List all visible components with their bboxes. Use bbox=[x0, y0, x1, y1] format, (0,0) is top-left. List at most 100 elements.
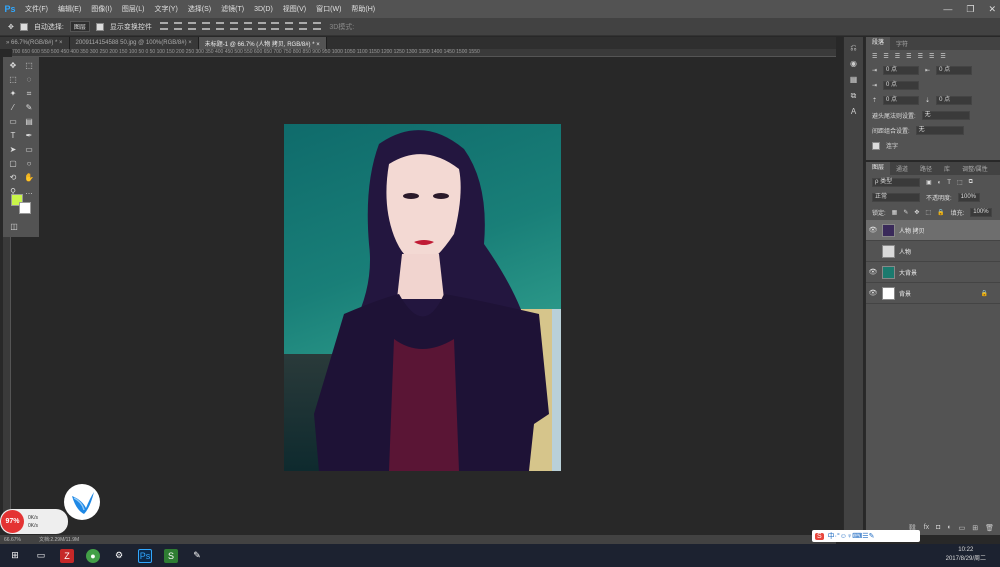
auto-select-dropdown[interactable]: 图层 bbox=[69, 21, 90, 32]
menu-select[interactable]: 选择(S) bbox=[183, 4, 216, 14]
align-right-text-icon[interactable]: ☰ bbox=[895, 53, 900, 60]
filter-smart-icon[interactable]: ⧉ bbox=[969, 179, 973, 186]
filter-pixel-icon[interactable]: ▣ bbox=[926, 179, 932, 186]
app-icon[interactable]: ⚙ bbox=[112, 549, 126, 563]
system-clock[interactable]: 10:22 2017/8/29/周二 bbox=[946, 546, 986, 564]
menu-image[interactable]: 图像(I) bbox=[86, 4, 117, 14]
lock-position-icon[interactable]: ✥ bbox=[914, 209, 919, 216]
tab-document-active[interactable]: 未标题-1 @ 66.7% (人物 拷贝, RGB/8#) * × bbox=[198, 37, 327, 49]
browser-icon[interactable]: ● bbox=[86, 548, 100, 563]
layer-style-icon[interactable]: fx bbox=[924, 524, 929, 532]
spreadsheet-icon[interactable]: S bbox=[164, 548, 178, 563]
space-after-field[interactable]: 0 点 bbox=[936, 96, 973, 105]
tab-adjustments[interactable]: 调整/属性 bbox=[956, 164, 994, 173]
minimize-button[interactable]: — bbox=[943, 4, 952, 14]
visibility-eye-icon[interactable]: 👁 bbox=[866, 268, 880, 276]
space-before-field[interactable]: 0 点 bbox=[883, 96, 920, 105]
visibility-eye-icon[interactable]: 👁 bbox=[866, 289, 880, 297]
document-info[interactable]: 文档:2.29M/11.9M bbox=[39, 536, 79, 543]
artboard-tool-icon[interactable]: ⬚ bbox=[24, 61, 34, 71]
tab-document-2[interactable]: 2009114154588 50.jpg @ 100%(RGB/8#) × bbox=[69, 37, 199, 49]
justify-last-center-icon[interactable]: ☰ bbox=[918, 53, 923, 60]
more-tools-icon[interactable]: … bbox=[24, 187, 34, 197]
blend-mode-dropdown[interactable]: 正常 bbox=[872, 193, 920, 202]
lock-all-icon[interactable]: 🔒 bbox=[937, 209, 944, 216]
add-mask-icon[interactable]: ◘ bbox=[936, 524, 940, 532]
type-tool-icon[interactable]: T bbox=[8, 131, 18, 141]
crop-tool-icon[interactable]: ⌗ bbox=[24, 89, 34, 99]
menu-3d[interactable]: 3D(D) bbox=[249, 6, 278, 13]
lock-transparency-icon[interactable]: ▦ bbox=[892, 209, 898, 216]
show-transform-checkbox[interactable] bbox=[95, 22, 104, 31]
close-button[interactable]: ✕ bbox=[988, 4, 996, 15]
bird-app-icon[interactable] bbox=[64, 484, 100, 520]
network-speed-widget[interactable]: 97% 0K/s 0K/s bbox=[0, 509, 68, 534]
eraser-tool-icon[interactable]: ▭ bbox=[8, 117, 18, 127]
zoom-level[interactable]: 66.67% bbox=[4, 537, 21, 543]
eyedropper-icon[interactable]: ⁄ bbox=[8, 103, 18, 113]
lock-artboard-icon[interactable]: ⬚ bbox=[925, 209, 931, 216]
tab-document-1[interactable]: » 66.7%(RGB/8#) * × bbox=[0, 37, 70, 49]
ellipse-tool-icon[interactable]: ○ bbox=[24, 159, 34, 169]
move-tool-icon[interactable]: ✥ bbox=[8, 23, 14, 31]
new-group-icon[interactable]: ▭ bbox=[959, 524, 966, 532]
tab-channels[interactable]: 通道 bbox=[890, 164, 914, 173]
tab-libraries[interactable]: 库 bbox=[938, 164, 956, 173]
distribute-top-icon[interactable] bbox=[243, 21, 252, 30]
swatches-icon[interactable]: ▦ bbox=[848, 75, 860, 85]
align-center-text-icon[interactable]: ☰ bbox=[883, 53, 888, 60]
auto-select-checkbox[interactable] bbox=[19, 22, 28, 31]
kinsoku-dropdown[interactable]: 无 bbox=[921, 111, 970, 120]
layer-row[interactable]: 👁 大背景 bbox=[866, 262, 1000, 283]
distribute-bottom-icon[interactable] bbox=[271, 21, 280, 30]
lasso-tool-icon[interactable]: ◌ bbox=[24, 75, 34, 85]
justify-last-right-icon[interactable]: ☰ bbox=[929, 53, 934, 60]
tab-paths[interactable]: 路径 bbox=[914, 164, 938, 173]
align-right-icon[interactable] bbox=[229, 21, 238, 30]
tab-paragraph[interactable]: 段落 bbox=[866, 37, 891, 50]
move-tool-icon[interactable]: ✥ bbox=[8, 61, 18, 71]
layer-filter-dropdown[interactable]: ρ 类型 bbox=[872, 178, 920, 187]
distribute-center-icon[interactable] bbox=[299, 21, 308, 30]
hyphenate-checkbox[interactable] bbox=[872, 141, 880, 150]
menu-type[interactable]: 文字(Y) bbox=[149, 4, 182, 14]
history-icon[interactable]: ⎌ bbox=[848, 43, 860, 53]
justify-all-icon[interactable]: ☰ bbox=[940, 53, 945, 60]
lock-pixels-icon[interactable]: ✎ bbox=[903, 209, 908, 216]
photoshop-task-icon[interactable]: Ps bbox=[138, 548, 152, 563]
rectangle-tool-icon[interactable]: ▭ bbox=[24, 145, 34, 155]
fill-field[interactable]: 100% bbox=[970, 208, 993, 217]
ime-toolbar[interactable]: S 中·°☺♀⌨☰✎ bbox=[812, 530, 920, 542]
justify-last-left-icon[interactable]: ☰ bbox=[906, 53, 911, 60]
menu-view[interactable]: 视图(V) bbox=[278, 4, 311, 14]
task-view-icon[interactable]: ▭ bbox=[34, 549, 48, 563]
indent-left-field[interactable]: 0 点 bbox=[883, 66, 920, 75]
menu-layer[interactable]: 图层(L) bbox=[117, 4, 150, 14]
distribute-middle-icon[interactable] bbox=[257, 21, 266, 30]
mojikumi-dropdown[interactable]: 无 bbox=[915, 126, 964, 135]
marquee-tool-icon[interactable]: ⬚ bbox=[8, 75, 18, 85]
align-bottom-icon[interactable] bbox=[187, 21, 196, 30]
align-left-icon[interactable] bbox=[201, 21, 210, 30]
adjustment-layer-icon[interactable]: ◐ bbox=[947, 524, 951, 532]
layer-row[interactable]: 人物 bbox=[866, 241, 1000, 262]
menu-file[interactable]: 文件(F) bbox=[20, 4, 53, 14]
tab-character[interactable]: 字符 bbox=[890, 39, 914, 48]
character-icon[interactable]: A bbox=[848, 107, 860, 117]
align-top-icon[interactable] bbox=[159, 21, 168, 30]
background-color-swatch[interactable] bbox=[19, 202, 31, 214]
layer-row[interactable]: 👁 人物 拷贝 bbox=[866, 220, 1000, 241]
visibility-eye-icon[interactable]: 👁 bbox=[866, 226, 880, 234]
delete-layer-icon[interactable]: 🗑 bbox=[985, 524, 994, 532]
windows-start-icon[interactable]: ⊞ bbox=[8, 549, 22, 563]
document-canvas-image[interactable] bbox=[284, 124, 561, 471]
opacity-field[interactable]: 100% bbox=[957, 193, 980, 202]
menu-edit[interactable]: 编辑(E) bbox=[53, 4, 86, 14]
align-middle-icon[interactable] bbox=[173, 21, 182, 30]
hand-tool-icon[interactable]: ✋ bbox=[24, 173, 34, 183]
layer-row[interactable]: 👁 背景 🔒 bbox=[866, 283, 1000, 304]
menu-help[interactable]: 帮助(H) bbox=[346, 4, 380, 14]
restore-button[interactable]: ❐ bbox=[966, 4, 974, 15]
new-layer-icon[interactable]: ⊞ bbox=[972, 524, 978, 532]
filter-shape-icon[interactable]: ⬚ bbox=[957, 179, 963, 186]
